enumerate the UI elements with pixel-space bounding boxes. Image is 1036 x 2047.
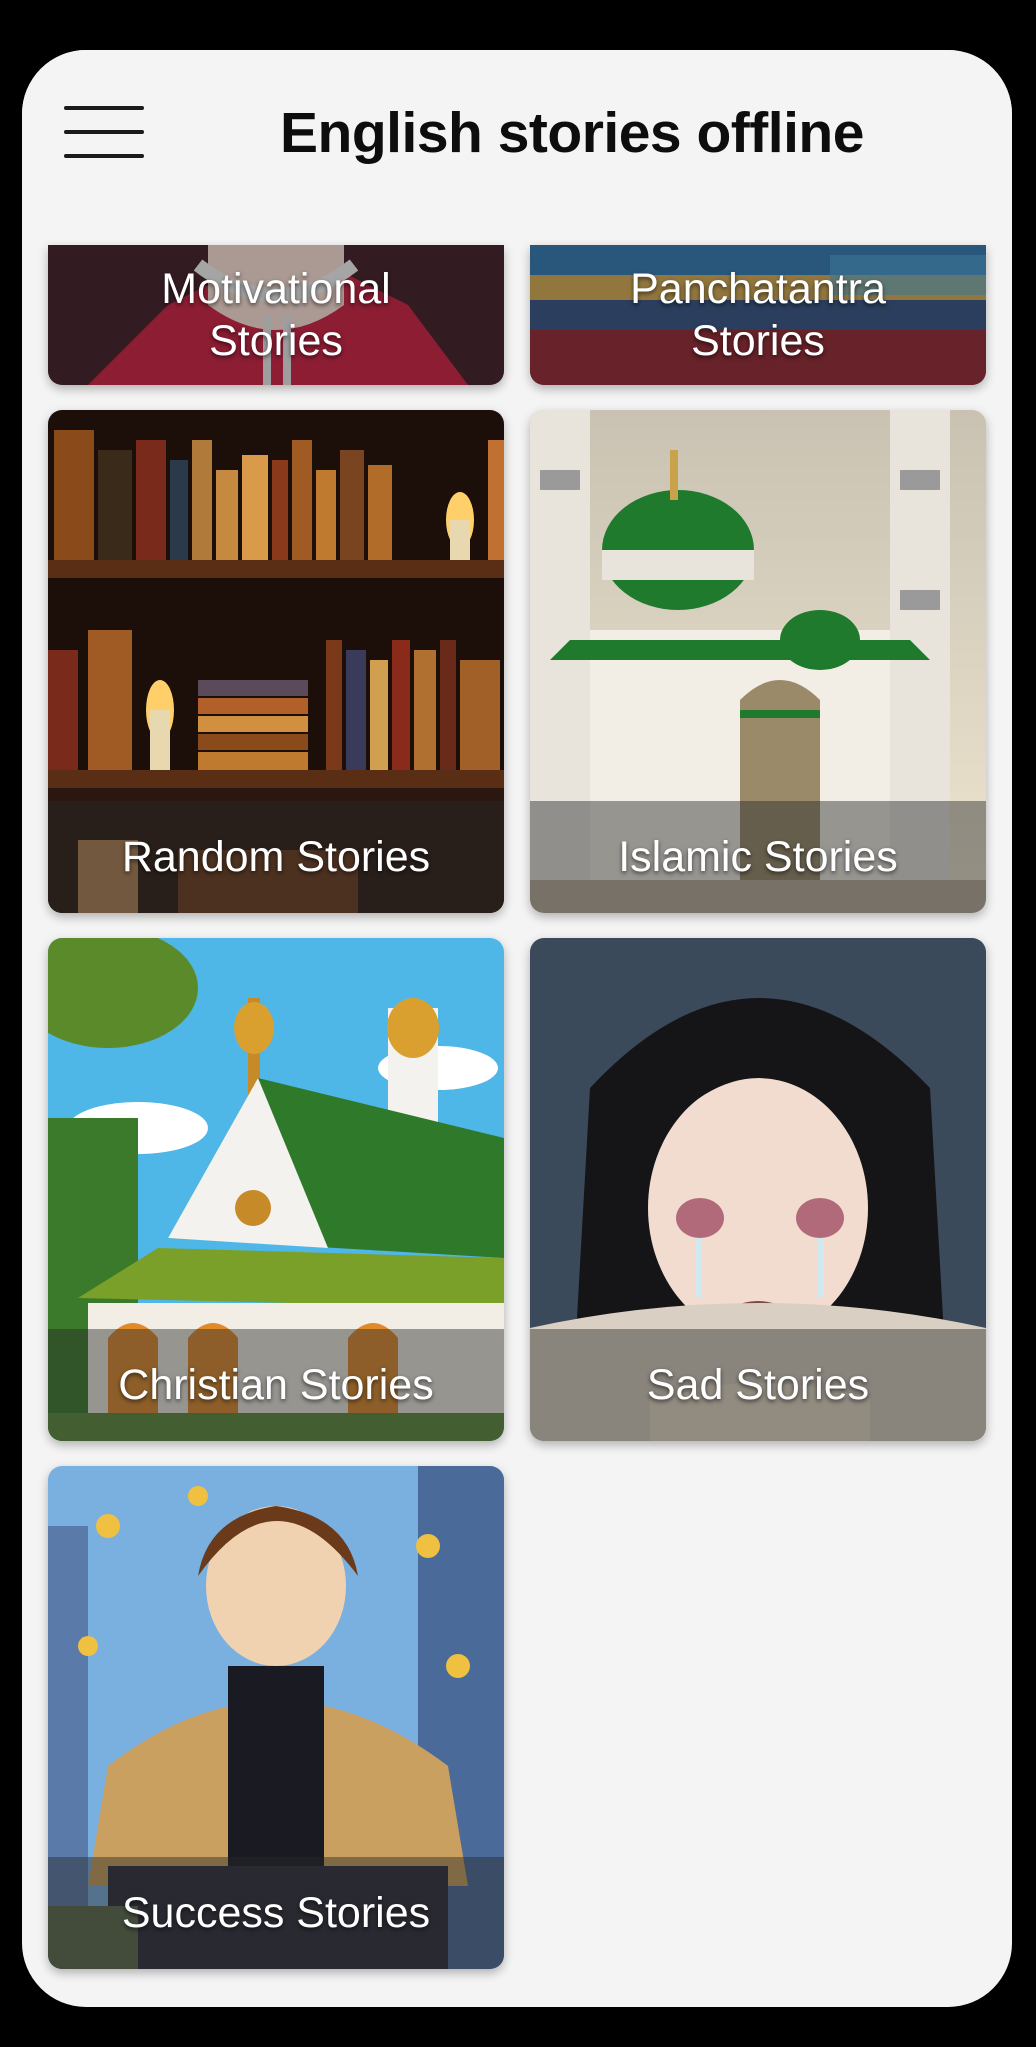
category-card-sad[interactable]: Sad Stories xyxy=(530,938,986,1441)
category-card-islamic[interactable]: Islamic Stories xyxy=(530,410,986,913)
app-bar: English stories offline xyxy=(22,50,1012,220)
category-label-bar: Christian Stories xyxy=(48,1329,504,1441)
category-card-success[interactable]: Success Stories xyxy=(48,1466,504,1969)
page-title: English stories offline xyxy=(280,101,864,165)
phone-screen: Motivational Stories Panchatantra Storie… xyxy=(22,50,1012,2007)
category-label: Success Stories xyxy=(121,1889,431,1937)
category-card-motivational[interactable]: Motivational Stories xyxy=(48,245,504,385)
category-label: Christian Stories xyxy=(118,1361,434,1409)
category-grid: Motivational Stories Panchatantra Storie… xyxy=(22,50,1012,2007)
category-card-random[interactable]: Random Stories xyxy=(48,410,504,913)
category-label-bar: Random Stories xyxy=(48,801,504,913)
category-label: Panchatantra Stories xyxy=(630,265,886,365)
category-label: Motivational Stories xyxy=(161,265,391,365)
category-label-bar: Panchatantra Stories xyxy=(530,245,986,385)
category-label-bar: Islamic Stories xyxy=(530,801,986,913)
category-card-panchatantra[interactable]: Panchatantra Stories xyxy=(530,245,986,385)
category-label: Islamic Stories xyxy=(618,833,898,881)
category-label-bar: Sad Stories xyxy=(530,1329,986,1441)
hamburger-menu-icon[interactable] xyxy=(62,102,146,162)
category-label: Sad Stories xyxy=(646,1361,870,1409)
category-card-christian[interactable]: Christian Stories xyxy=(48,938,504,1441)
category-label-bar: Success Stories xyxy=(48,1857,504,1969)
category-label-bar: Motivational Stories xyxy=(48,245,504,385)
category-label: Random Stories xyxy=(121,833,431,881)
